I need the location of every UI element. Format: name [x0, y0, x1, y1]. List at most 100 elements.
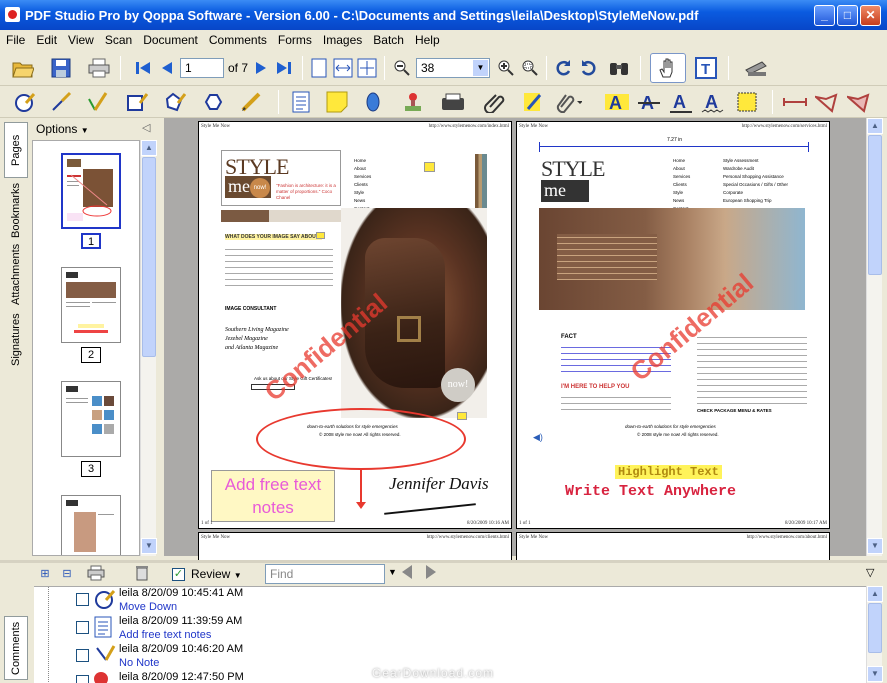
comment-checkbox[interactable] — [76, 621, 89, 634]
fit-page-icon[interactable] — [306, 55, 332, 81]
highlight-text-icon[interactable]: A — [604, 89, 630, 115]
comment-row[interactable]: leila 8/20/09 10:45:41 AM Move Down — [34, 587, 866, 615]
menu-forms[interactable]: Forms — [272, 30, 317, 47]
menu-view[interactable]: View — [62, 30, 99, 47]
thumbnail-page-2[interactable] — [61, 267, 121, 343]
binoculars-icon[interactable] — [606, 55, 632, 81]
chevron-down-icon[interactable]: ▼ — [388, 567, 397, 577]
find-next-icon[interactable] — [426, 565, 436, 579]
perimeter-tool-icon[interactable] — [814, 89, 840, 115]
menu-batch[interactable]: Batch — [367, 30, 409, 47]
menu-images[interactable]: Images — [317, 30, 367, 47]
note-list-icon[interactable] — [288, 89, 314, 115]
circle-pencil-icon[interactable] — [12, 89, 38, 115]
maximize-button[interactable]: □ — [837, 5, 858, 26]
thumbnail-scrollbar[interactable]: ▲ ▼ — [140, 140, 157, 556]
paperclip-dropdown-icon[interactable] — [556, 89, 582, 115]
page-number-input[interactable]: 1 — [180, 58, 224, 78]
tab-pages[interactable]: Pages — [4, 122, 28, 178]
squiggly-text-icon[interactable]: A — [700, 89, 726, 115]
actual-size-icon[interactable] — [354, 55, 380, 81]
highlight-text[interactable]: Highlight Text — [615, 465, 722, 479]
menu-comments[interactable]: Comments — [203, 30, 272, 47]
arrow-shaft[interactable] — [360, 470, 362, 504]
print-icon[interactable] — [86, 55, 112, 81]
attachment-icon[interactable] — [482, 89, 508, 115]
open-folder-icon[interactable] — [10, 55, 36, 81]
stamp-icon[interactable] — [400, 89, 426, 115]
hand-tool-icon[interactable] — [650, 53, 686, 83]
arrow-pencil-icon[interactable] — [48, 89, 74, 115]
menu-file[interactable]: File — [0, 30, 30, 47]
collapse-panel-icon[interactable]: ◁ — [142, 121, 150, 134]
signature-text[interactable]: Jennifer Davis — [389, 474, 489, 494]
zoom-tool-icon[interactable] — [517, 55, 543, 81]
first-page-icon[interactable] — [130, 55, 156, 81]
menu-document[interactable]: Document — [137, 30, 203, 47]
tab-signatures[interactable]: Signatures — [4, 308, 28, 372]
rotate-left-icon[interactable] — [551, 55, 577, 81]
tab-comments[interactable]: Comments — [4, 616, 28, 680]
collapse-all-icon[interactable]: ⊟ — [58, 564, 76, 582]
scanner-icon[interactable] — [743, 55, 769, 81]
thumbnail-page-3[interactable] — [61, 381, 121, 457]
typewriter-icon[interactable] — [440, 89, 466, 115]
print-icon[interactable] — [86, 564, 106, 582]
free-text-note[interactable]: Add free text notes — [211, 470, 335, 522]
document-scrollbar[interactable]: ▲ ▼ — [866, 118, 883, 556]
scroll-down-icon[interactable]: ▼ — [141, 538, 157, 554]
rotate-right-icon[interactable] — [575, 55, 601, 81]
previous-page-icon[interactable] — [154, 55, 180, 81]
sound-annotation-icon[interactable]: ◀) — [533, 432, 543, 443]
pdf-page-3[interactable]: Style Me Now http://www.stylemenow.com/c… — [198, 532, 512, 562]
comment-checkbox[interactable] — [76, 675, 89, 683]
area-highlight-icon[interactable] — [734, 89, 760, 115]
options-menu[interactable]: Options ▼ — [36, 122, 89, 136]
scroll-down-icon[interactable]: ▼ — [867, 666, 883, 682]
review-checkbox[interactable]: ✓ — [172, 568, 185, 581]
splitter[interactable] — [0, 560, 887, 563]
ellipse-annotation[interactable] — [256, 408, 466, 470]
sticky-note-icon[interactable] — [324, 89, 350, 115]
pdf-page-1[interactable]: Style Me Now http://www.stylemenow.com/i… — [198, 121, 512, 529]
underline-text-icon[interactable]: A — [668, 89, 694, 115]
distance-tool-icon[interactable] — [782, 89, 808, 115]
menu-edit[interactable]: Edit — [30, 30, 62, 47]
polygon-pencil-icon[interactable] — [162, 89, 188, 115]
pdf-page-2[interactable]: Style Me Now http://www.stylemenow.com/s… — [516, 121, 830, 529]
close-button[interactable]: ✕ — [860, 5, 881, 26]
scroll-up-icon[interactable]: ▲ — [867, 586, 883, 602]
last-page-icon[interactable] — [271, 55, 297, 81]
scroll-thumb[interactable] — [868, 135, 882, 275]
scroll-up-icon[interactable]: ▲ — [867, 118, 883, 134]
zoom-combo[interactable]: 38 ▼ — [416, 58, 490, 78]
thumbnail-page-1[interactable] — [61, 153, 121, 229]
fit-width-icon[interactable] — [330, 55, 356, 81]
menu-help[interactable]: Help — [409, 30, 445, 47]
find-previous-icon[interactable] — [402, 565, 412, 579]
minimize-button[interactable]: _ — [814, 5, 835, 26]
cloud-pencil-icon[interactable] — [200, 89, 226, 115]
find-input[interactable]: Find — [265, 564, 385, 584]
pencil-icon[interactable] — [238, 89, 264, 115]
zoom-in-icon[interactable] — [493, 55, 519, 81]
menu-scan[interactable]: Scan — [99, 30, 137, 47]
measure-line[interactable] — [539, 146, 809, 147]
typewriter-text[interactable]: Write Text Anywhere — [565, 483, 736, 500]
scroll-thumb[interactable] — [142, 157, 156, 357]
expand-all-icon[interactable]: ⊞ — [36, 564, 54, 582]
note-icon[interactable] — [457, 412, 467, 420]
strikeout-text-icon[interactable]: A — [636, 89, 662, 115]
comments-scrollbar[interactable]: ▲ ▼ — [866, 586, 883, 683]
rectangle-pencil-icon[interactable] — [124, 89, 150, 115]
save-icon[interactable] — [48, 55, 74, 81]
sound-icon[interactable] — [360, 89, 386, 115]
line-pencil-icon[interactable] — [84, 89, 110, 115]
text-select-icon[interactable]: T — [693, 55, 719, 81]
comment-checkbox[interactable] — [76, 649, 89, 662]
review-dropdown[interactable]: Review ▼ — [191, 567, 242, 581]
comment-checkbox[interactable] — [76, 593, 89, 606]
note-icon[interactable] — [316, 232, 325, 239]
scroll-thumb[interactable] — [868, 603, 882, 653]
scroll-up-icon[interactable]: ▲ — [141, 140, 157, 156]
